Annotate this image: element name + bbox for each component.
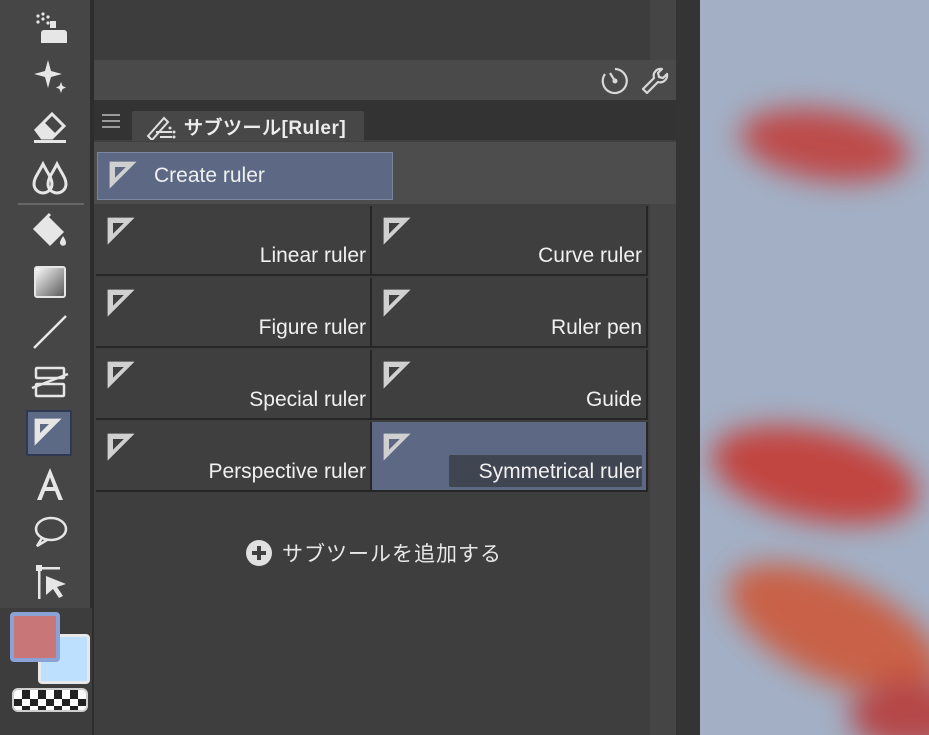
- subtool-curve-ruler[interactable]: Curve ruler: [372, 206, 648, 276]
- main-color-swatch[interactable]: [10, 612, 60, 662]
- ruler-icon: [107, 433, 135, 461]
- subtool-pen-icon: [146, 116, 176, 140]
- gradient-icon[interactable]: [24, 260, 76, 304]
- subtool-figure-ruler[interactable]: Figure ruler: [96, 278, 372, 348]
- ruler-icon: [383, 217, 411, 245]
- subtool-panel: サブツール[Ruler] Create ruler Linear ruler C…: [94, 0, 676, 735]
- text-icon[interactable]: [24, 462, 76, 506]
- tab-subtool-ruler[interactable]: サブツール[Ruler]: [132, 111, 364, 141]
- panel-menu-icon[interactable]: [102, 114, 120, 128]
- panel-toolbar: [94, 60, 676, 100]
- ruler-icon: [383, 361, 411, 389]
- subtool-linear-ruler[interactable]: Linear ruler: [96, 206, 372, 276]
- wrench-icon[interactable]: [640, 66, 670, 96]
- subtool-label: Guide: [585, 388, 642, 411]
- scrollbar[interactable]: [650, 204, 676, 735]
- ruler-icon: [109, 161, 137, 189]
- frame-icon[interactable]: [24, 360, 76, 404]
- scrollbar[interactable]: [650, 0, 676, 60]
- sparkle-icon[interactable]: [24, 54, 76, 98]
- ruler-icon: [383, 433, 411, 461]
- subtool-label: Special ruler: [249, 388, 366, 411]
- tab-title: サブツール[Ruler]: [184, 117, 347, 139]
- subtool-label: Curve ruler: [538, 244, 642, 267]
- ruler-icon: [107, 289, 135, 317]
- subtool-label: Ruler pen: [550, 316, 642, 339]
- ruler-icon: [383, 289, 411, 317]
- group-button-label: Create ruler: [154, 164, 265, 187]
- panel-separator[interactable]: [676, 0, 700, 735]
- subtool-label: Symmetrical ruler: [478, 460, 642, 483]
- tab-bar: サブツール[Ruler]: [94, 100, 676, 141]
- timer-icon[interactable]: [600, 66, 630, 96]
- tool-strip: [0, 0, 94, 735]
- subtool-label: Perspective ruler: [208, 460, 366, 483]
- transparent-color-swatch[interactable]: [12, 688, 88, 712]
- ruler-icon: [107, 361, 135, 389]
- ruler-icon: [107, 217, 135, 245]
- subtool-symmetrical-ruler[interactable]: Symmetrical ruler: [372, 422, 648, 492]
- subtool-label: Linear ruler: [259, 244, 366, 267]
- fill-icon[interactable]: [24, 210, 76, 254]
- subtool-label: Figure ruler: [258, 316, 366, 339]
- subtool-perspective-ruler[interactable]: Perspective ruler: [96, 422, 372, 492]
- subtool-special-ruler[interactable]: Special ruler: [96, 350, 372, 420]
- line-icon[interactable]: [24, 310, 76, 354]
- ruler-icon[interactable]: [26, 410, 72, 456]
- create-ruler-group-button[interactable]: Create ruler: [97, 152, 393, 200]
- balloon-icon[interactable]: [24, 510, 76, 554]
- eraser-icon[interactable]: [24, 104, 76, 148]
- add-subtool-button[interactable]: サブツールを追加する: [246, 537, 502, 569]
- plus-circle-icon: [246, 540, 272, 566]
- canvas[interactable]: [700, 0, 929, 735]
- blend-icon[interactable]: [24, 154, 76, 198]
- airbrush-icon[interactable]: [24, 6, 76, 50]
- subtool-ruler-pen[interactable]: Ruler pen: [372, 278, 648, 348]
- subtool-group-row: Create ruler: [94, 142, 676, 204]
- operation-icon[interactable]: [24, 560, 76, 604]
- add-subtool-label: サブツールを追加する: [282, 543, 502, 566]
- subtool-guide[interactable]: Guide: [372, 350, 648, 420]
